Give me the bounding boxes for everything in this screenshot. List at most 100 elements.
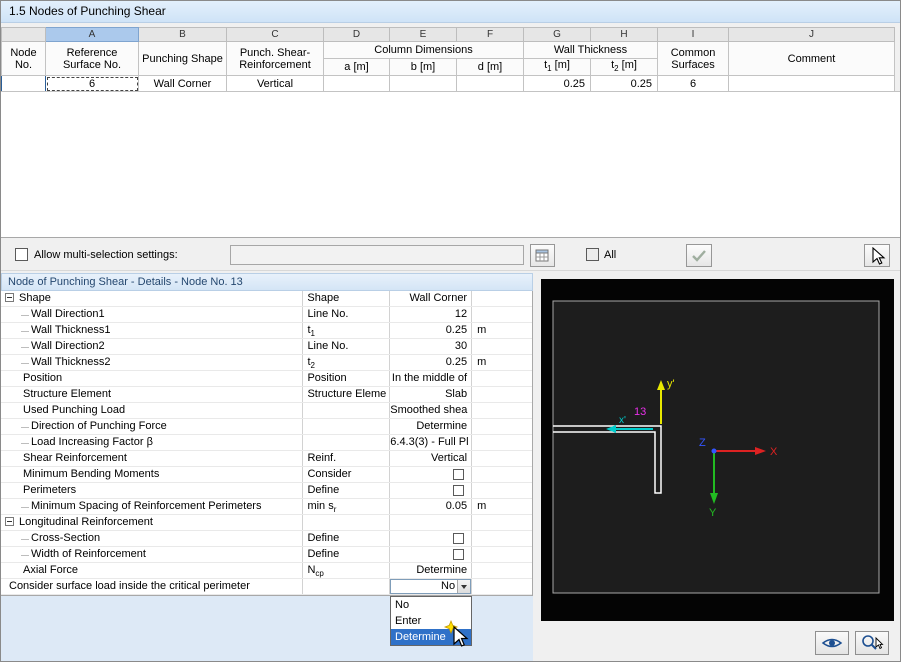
apply-settings-button[interactable] bbox=[530, 244, 555, 267]
row-value[interactable]: In the middle of bbox=[389, 371, 471, 386]
detail-row-wall-thickness1: Wall Thickness1 t1 0.25 m bbox=[1, 323, 532, 339]
view-toolbar bbox=[815, 631, 889, 655]
row-value[interactable]: 6.4.3(3) - Full Pl bbox=[389, 435, 471, 450]
slab-outline bbox=[552, 300, 880, 594]
row-value[interactable]: Vertical bbox=[389, 451, 471, 466]
pick-pointer-icon bbox=[872, 246, 886, 265]
row-value[interactable]: 0.05 bbox=[389, 499, 471, 514]
chevron-down-icon[interactable] bbox=[457, 580, 471, 593]
detail-row-shear-reinforcement: Shear Reinforcement Reinf. Vertical bbox=[1, 451, 532, 467]
detail-row-position: Position Position In the middle of bbox=[1, 371, 532, 387]
detail-row-minimum-bending-moments: Minimum Bending Moments Consider bbox=[1, 467, 532, 483]
cell-t2[interactable]: 0.25 bbox=[590, 75, 658, 93]
details-header: Node of Punching Shear - Details - Node … bbox=[1, 273, 533, 291]
cell-node-no[interactable]: 13 bbox=[1, 75, 46, 93]
col-letter-e[interactable]: E bbox=[389, 27, 457, 42]
model-viewport[interactable]: y' x' 13 X Y Z bbox=[541, 279, 894, 621]
row-label: Longitudinal Reinforcement bbox=[19, 516, 153, 528]
col-letter-d[interactable]: D bbox=[323, 27, 390, 42]
col-letter-h[interactable]: H bbox=[590, 27, 658, 42]
cell-common-surfaces[interactable]: 6 bbox=[657, 75, 729, 93]
define-cross-section-checkbox[interactable] bbox=[453, 533, 465, 544]
define-width-checkbox[interactable] bbox=[453, 549, 465, 560]
row-value[interactable]: Determine bbox=[389, 419, 471, 434]
row-value[interactable]: 0.25 bbox=[389, 323, 471, 338]
model-view-svg: y' x' 13 X Y Z bbox=[552, 300, 880, 594]
detail-row-direction-of-punching-force: Direction of Punching Force Determine bbox=[1, 419, 532, 435]
zoom-select-button[interactable] bbox=[855, 631, 889, 655]
cell-t1[interactable]: 0.25 bbox=[523, 75, 591, 93]
detail-row-perimeters: Perimeters Define bbox=[1, 483, 532, 499]
col-letter-i[interactable]: I bbox=[657, 27, 729, 42]
dropdown-option-no[interactable]: No bbox=[391, 597, 471, 613]
col-letter-a[interactable]: A bbox=[45, 27, 139, 42]
header-shear-reinforcement: Punch. Shear-Reinforcement bbox=[226, 40, 324, 77]
row-label: Width of Reinforcement bbox=[1, 547, 302, 562]
allow-multiselect-checkbox[interactable] bbox=[15, 248, 28, 261]
col-letter-c[interactable]: C bbox=[226, 27, 324, 42]
detail-row-cross-section: Cross-Section Define bbox=[1, 531, 532, 547]
collapse-icon[interactable] bbox=[5, 293, 14, 302]
punching-shear-dialog: 1.5 Nodes of Punching Shear A B C D E F … bbox=[0, 0, 901, 662]
row-value[interactable]: Wall Corner bbox=[389, 291, 471, 306]
row-value[interactable]: Determine bbox=[389, 563, 471, 578]
row-label: Used Punching Load bbox=[23, 404, 126, 416]
detail-row-axial-force: Axial Force Ncp Determine bbox=[1, 563, 532, 579]
row-value[interactable]: 0.25 bbox=[389, 355, 471, 370]
row-label: Load Increasing Factor β bbox=[1, 435, 302, 450]
col-letter-g[interactable]: G bbox=[523, 27, 591, 42]
surface-load-combo[interactable]: No bbox=[390, 579, 472, 594]
header-reference-surface: Reference Surface No. bbox=[45, 40, 139, 77]
define-perimeters-checkbox[interactable] bbox=[453, 485, 465, 496]
col-letter-corner bbox=[1, 27, 46, 42]
row-value[interactable]: 12 bbox=[389, 307, 471, 322]
row-label: Structure Element bbox=[23, 388, 112, 400]
detail-row-wall-direction2: Wall Direction2 Line No. 30 bbox=[1, 339, 532, 355]
detail-row-width-of-reinforcement: Width of Reinforcement Define bbox=[1, 547, 532, 563]
cell-a[interactable] bbox=[323, 75, 390, 93]
row-value[interactable]: Slab bbox=[389, 387, 471, 402]
detail-row-wall-direction1: Wall Direction1 Line No. 12 bbox=[1, 307, 532, 323]
zoom-cursor-icon bbox=[862, 634, 884, 650]
col-letter-b[interactable]: B bbox=[138, 27, 227, 42]
all-checkbox[interactable] bbox=[586, 248, 599, 261]
cell-b[interactable] bbox=[389, 75, 457, 93]
detail-row-consider-surface-load: Consider surface load inside the critica… bbox=[1, 579, 532, 595]
row-label: Minimum Bending Moments bbox=[23, 468, 160, 480]
view-button[interactable] bbox=[815, 631, 849, 655]
collapse-icon[interactable] bbox=[5, 517, 14, 526]
header-d: d [m] bbox=[456, 57, 524, 77]
detail-row-shape: Shape Shape Wall Corner bbox=[1, 291, 532, 307]
header-node-no: Node No. bbox=[1, 40, 46, 77]
row-label: Axial Force bbox=[23, 564, 79, 576]
row-label: Direction of Punching Force bbox=[1, 419, 302, 434]
row-value[interactable]: 30 bbox=[389, 339, 471, 354]
row-label: Consider surface load inside the critica… bbox=[9, 580, 250, 592]
local-x-axis-label: x' bbox=[619, 415, 626, 426]
cell-comment[interactable] bbox=[728, 75, 895, 93]
apply-check-button[interactable] bbox=[686, 244, 712, 267]
multiselect-input[interactable] bbox=[230, 245, 524, 265]
row-label: Shear Reinforcement bbox=[23, 452, 127, 464]
z-axis-point bbox=[711, 448, 717, 454]
cell-d[interactable] bbox=[456, 75, 524, 93]
row-value[interactable]: Smoothed shea bbox=[389, 403, 471, 418]
window-title: 1.5 Nodes of Punching Shear bbox=[1, 1, 900, 23]
allow-multiselect-label: Allow multi-selection settings: bbox=[34, 249, 178, 261]
table-arrow-icon bbox=[535, 249, 548, 261]
consider-checkbox[interactable] bbox=[453, 469, 465, 480]
cell-punching-shape[interactable]: Wall Corner bbox=[138, 75, 227, 93]
detail-row-load-increasing-factor: Load Increasing Factor β 6.4.3(3) - Full… bbox=[1, 435, 532, 451]
node-number-label: 13 bbox=[634, 406, 646, 418]
cell-reference-surface[interactable]: 6 bbox=[45, 75, 139, 93]
col-letter-j[interactable]: J bbox=[728, 27, 895, 42]
row-label: Wall Thickness1 bbox=[1, 323, 302, 338]
cell-reinforcement[interactable]: Vertical bbox=[226, 75, 324, 93]
row-label: Wall Direction2 bbox=[1, 339, 302, 354]
header-punching-shape: Punching Shape bbox=[138, 40, 227, 77]
col-letter-f[interactable]: F bbox=[456, 27, 524, 42]
mouse-cursor-icon bbox=[443, 619, 469, 647]
pick-nodes-button[interactable] bbox=[864, 244, 890, 267]
table-row: 13 6 Wall Corner Vertical 0.25 0.25 6 bbox=[1, 75, 895, 93]
header-t1: t1 [m] bbox=[523, 57, 591, 77]
